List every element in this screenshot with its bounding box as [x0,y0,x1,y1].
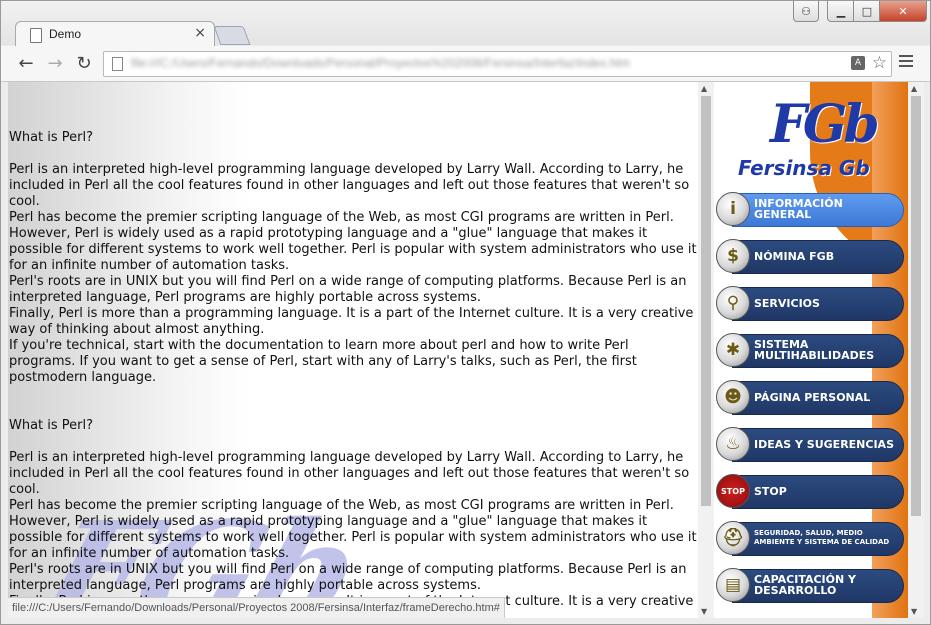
new-tab-button[interactable] [213,26,251,45]
scroll-down-arrow-icon[interactable]: ▼ [911,607,917,616]
page-icon [112,57,123,71]
article-paragraph: If you're technical, start with the docu… [9,338,637,385]
menu-item-label: SERVICIOS [754,296,820,310]
scroll-up-arrow-icon[interactable]: ▲ [911,84,917,93]
article: What is Perl? Perl is an interpreted hig… [9,82,698,618]
article-paragraph: Perl's roots are in UNIX but you will fi… [9,274,687,305]
tab-demo[interactable]: Demo × [15,21,215,48]
left-frame-scrollbar[interactable]: ▲ ▼ [698,82,714,618]
translate-icon[interactable]: A [851,56,865,70]
hamburger-menu-icon[interactable] [899,55,913,70]
article-paragraph: Perl has become the premier scripting la… [9,210,697,273]
smiley-icon: ☻ [716,380,750,414]
browser-toolbar: ← → ↻ file:///C:/Users/Fernando/Download… [1,46,930,82]
menu-item[interactable]: ☻ PÁGINA PERSONAL [716,380,904,416]
close-window-button[interactable]: ✕ [879,1,927,22]
maximize-button[interactable]: □ [853,1,881,22]
menu-item-label: NÓMINA FGB [754,249,835,263]
tab-close-icon[interactable]: × [194,25,206,41]
article-paragraph: Perl has become the premier scripting la… [9,498,697,561]
right-frame-menu: FGb Fersinsa Gb i INFORMACIÓN GENERAL $ NÓM… [714,82,908,618]
menu-item[interactable]: ⚲ SERVICIOS [716,286,904,322]
user-profile-icon[interactable]: ⚇ [793,1,819,22]
lightbulb-icon: ♨ [716,427,750,461]
left-frame: FGb What is Perl? Perl is an interpreted… [8,82,698,618]
spider-icon: ✱ [716,333,750,367]
browser-window: Demo × ⚇ ▁ □ ✕ ← → ↻ file:///C:/Users/Fe… [0,0,931,625]
minimize-button[interactable]: ▁ [827,1,855,22]
info-person-icon: i [716,192,750,226]
menu-item-label: INFORMACIÓN GENERAL [754,197,843,221]
bookmark-star-icon[interactable]: ☆ [872,53,887,73]
menu-item[interactable]: ▤ CAPACITACIÓN Y DESARROLLO [716,568,904,604]
address-bar[interactable]: file:///C:/Users/Fernando/Downloads/Pers… [103,51,892,77]
scrollbar-thumb[interactable] [911,96,921,516]
forward-arrow-icon[interactable]: → [44,53,66,75]
menu-item[interactable]: i INFORMACIÓN GENERAL [716,192,904,228]
scroll-up-arrow-icon[interactable]: ▲ [701,84,707,93]
scrollbar-thumb[interactable] [701,96,711,506]
article-paragraph: Finally, Perl is more than a programming… [9,306,694,337]
menu-item-label: SEGURIDAD, SALUD, MEDIO AMBIENTE Y SISTE… [754,529,890,546]
reload-icon[interactable]: ↻ [73,53,95,75]
article-heading: What is Perl? [9,130,94,145]
page-content: FGb What is Perl? Perl is an interpreted… [8,82,924,618]
fgb-logo-icon: FGb [770,94,880,155]
dollar-icon: $ [716,239,750,273]
wrench-icon: ⚲ [716,286,750,320]
book-icon: ▤ [716,568,750,602]
menu-item[interactable]: $ NÓMINA FGB [716,239,904,275]
article-paragraph: Perl's roots are in UNIX but you will fi… [9,562,687,593]
menu-item[interactable]: ⛑ SEGURIDAD, SALUD, MEDIO AMBIENTE Y SIST… [716,521,904,557]
tab-strip: Demo × ⚇ ▁ □ ✕ [1,1,930,48]
scroll-down-arrow-icon[interactable]: ▼ [701,607,707,616]
article-heading: What is Perl? [9,418,94,433]
hardhat-icon: ⛑ [716,521,750,555]
article-paragraph: Perl is an interpreted high-level progra… [9,450,690,497]
menu-item-label: SISTEMA MULTIHABILIDADES [754,338,875,362]
page-favicon-icon [30,28,42,43]
tab-title: Demo [49,27,82,41]
article-paragraph: Perl is an interpreted high-level progra… [9,162,690,209]
menu-item[interactable]: STOP STOP [716,474,904,510]
right-frame-scrollbar[interactable]: ▲ ▼ [908,82,924,618]
company-name: Fersinsa Gb [738,156,870,180]
menu-item-label: PÁGINA PERSONAL [754,390,871,404]
menu-item-label: CAPACITACIÓN Y DESARROLLO [754,573,856,597]
back-arrow-icon[interactable]: ← [15,53,37,75]
stop-sign-icon: STOP [716,474,750,508]
menu-item[interactable]: ✱ SISTEMA MULTIHABILIDADES [716,333,904,369]
menu-item-label: IDEAS Y SUGERENCIAS [754,437,894,451]
status-bar-url: file:///C:/Users/Fernando/Downloads/Pers… [8,597,505,618]
url-text[interactable]: file:///C:/Users/Fernando/Downloads/Pers… [131,56,630,70]
menu-item-label: STOP [754,484,787,498]
menu-item[interactable]: ♨ IDEAS Y SUGERENCIAS [716,427,904,463]
